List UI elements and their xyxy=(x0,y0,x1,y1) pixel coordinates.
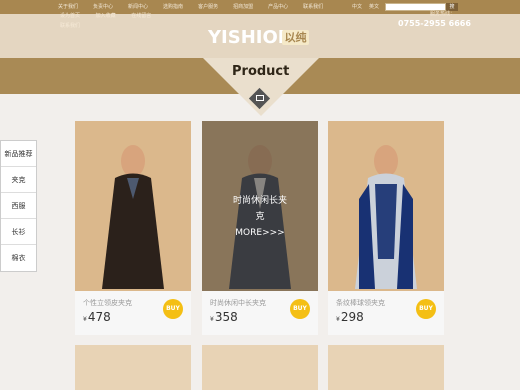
top-navigation: 关于我们 负责中心 新闻中心 选购指南 客户服务 招商加盟 产品中心 联系我们 xyxy=(58,3,338,10)
hotline-number: 0755-2955 6666 xyxy=(398,19,471,28)
brand-logo-chinese: 以纯 xyxy=(282,30,309,45)
model-illustration xyxy=(355,145,417,289)
message-link[interactable]: 在线留言 xyxy=(131,13,151,19)
contact-link[interactable]: 联系我们 xyxy=(60,23,80,29)
hotline-label: 服务热线： xyxy=(430,11,456,17)
top-nav-item[interactable]: 选购指南 xyxy=(163,3,183,10)
overlay-title: 时尚休闲长夹克 xyxy=(232,196,287,222)
more-link[interactable]: MORE>>> xyxy=(230,225,290,241)
product-card-preview[interactable] xyxy=(202,345,318,390)
product-price: ¥298 xyxy=(336,310,364,324)
product-image[interactable] xyxy=(75,121,191,291)
product-info: 条纹棒球领夹克 ¥298 BUY xyxy=(328,291,444,335)
set-home-link[interactable]: 设为首页 xyxy=(60,13,80,19)
product-name[interactable]: 个性立领皮夹克 xyxy=(83,298,132,308)
sidebar-item-suit[interactable]: 西服 xyxy=(1,193,36,219)
buy-button[interactable]: BUY xyxy=(163,299,183,319)
overlay-text[interactable]: 时尚休闲长夹克 MORE>>> xyxy=(230,193,290,241)
section-title: Product xyxy=(232,64,290,79)
sidebar-item-new[interactable]: 新品推荐 xyxy=(1,141,36,167)
product-price: ¥478 xyxy=(83,310,111,324)
sidebar-item-cotton-coat[interactable]: 棉衣 xyxy=(1,245,36,271)
shopping-bag-icon xyxy=(256,95,264,101)
sidebar-item-jacket[interactable]: 夹克 xyxy=(1,167,36,193)
utility-links: 设为首页 加入收藏 在线留言 联系我们 xyxy=(60,11,165,31)
top-nav-item[interactable]: 新闻中心 xyxy=(128,3,148,10)
buy-button[interactable]: BUY xyxy=(416,299,436,319)
product-image[interactable] xyxy=(328,121,444,291)
add-favorite-link[interactable]: 加入收藏 xyxy=(96,13,116,19)
product-card-preview[interactable] xyxy=(328,345,444,390)
model-illustration xyxy=(102,145,164,289)
top-nav-item[interactable]: 关于我们 xyxy=(58,3,78,10)
top-nav-item[interactable]: 负责中心 xyxy=(93,3,113,10)
top-nav-item[interactable]: 招商加盟 xyxy=(233,3,253,10)
product-card[interactable]: 条纹棒球领夹克 ¥298 BUY xyxy=(328,121,444,335)
product-info: 时尚休闲中长夹克 ¥358 BUY xyxy=(202,291,318,335)
product-price: ¥358 xyxy=(210,310,238,324)
product-card-preview[interactable] xyxy=(75,345,191,390)
top-nav-item[interactable]: 客户服务 xyxy=(198,3,218,10)
buy-button[interactable]: BUY xyxy=(290,299,310,319)
product-name[interactable]: 条纹棒球领夹克 xyxy=(336,298,385,308)
sidebar-item-long-shirt[interactable]: 长衫 xyxy=(1,219,36,245)
product-info: 个性立领皮夹克 ¥478 BUY xyxy=(75,291,191,335)
top-nav-item[interactable]: 产品中心 xyxy=(268,3,288,10)
top-nav-item[interactable]: 联系我们 xyxy=(303,3,323,10)
language-switcher: 中文 英文 xyxy=(352,3,379,10)
language-english[interactable]: 英文 xyxy=(369,3,379,10)
language-chinese[interactable]: 中文 xyxy=(352,3,362,10)
brand-logo[interactable]: YISHION xyxy=(208,27,293,48)
product-card[interactable]: 个性立领皮夹克 ¥478 BUY xyxy=(75,121,191,335)
category-sidebar: 新品推荐 夹克 西服 长衫 棉衣 xyxy=(0,140,37,272)
product-name[interactable]: 时尚休闲中长夹克 xyxy=(210,298,266,308)
product-image[interactable]: 时尚休闲长夹克 MORE>>> xyxy=(202,121,318,291)
product-card[interactable]: 时尚休闲长夹克 MORE>>> 时尚休闲中长夹克 ¥358 BUY xyxy=(202,121,318,335)
